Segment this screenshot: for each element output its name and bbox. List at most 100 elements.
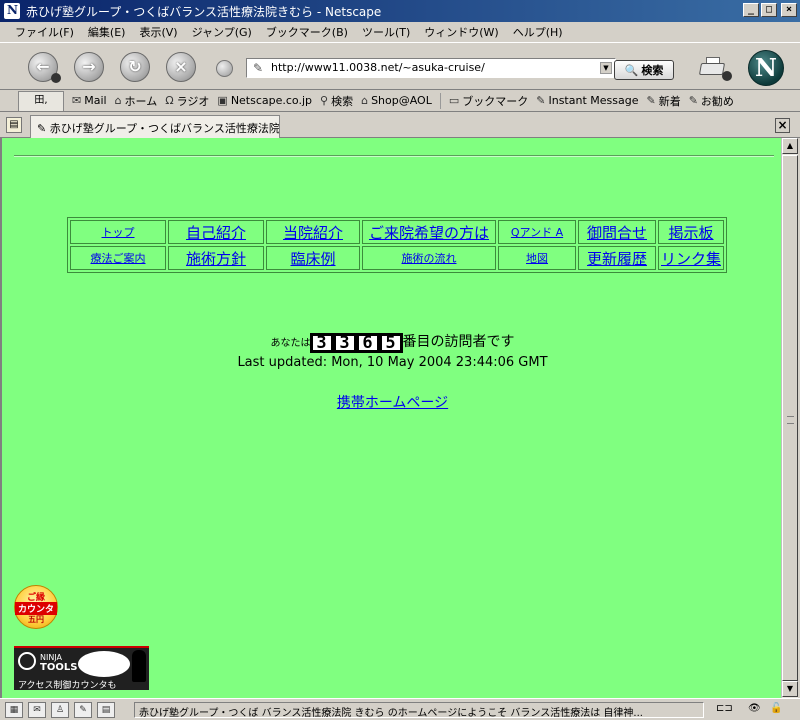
stop-x-icon: ×: [174, 57, 188, 76]
menu-go[interactable]: ジャンプ(G): [185, 24, 259, 40]
nav-cell: 施術方針: [168, 246, 264, 270]
pb-shop-label: Shop@AOL: [371, 94, 432, 107]
navigator-icon[interactable]: ▦: [5, 701, 23, 718]
nav-link-bbs[interactable]: 掲示板: [662, 222, 720, 243]
print-button[interactable]: [698, 55, 732, 81]
search-button[interactable]: 🔍 検索: [614, 60, 674, 80]
home-tab-icon[interactable]: 田,: [18, 90, 64, 111]
nav-row-1: トップ 自己紹介 当院紹介 ご来院希望の方は Qアンド A 御問合せ 掲示板: [70, 220, 725, 244]
nav-link-map[interactable]: 地図: [526, 252, 548, 265]
search-button-label: 検索: [641, 64, 664, 77]
back-button[interactable]: ←: [28, 52, 61, 83]
maximize-button[interactable]: □: [761, 3, 777, 17]
folder-icon: ▭: [448, 94, 460, 107]
tab-current[interactable]: ✎ 赤ひげ塾グループ・つくばバランス活性療法院...: [30, 115, 280, 138]
netscape-app-icon: [4, 3, 20, 19]
menu-view[interactable]: 表示(V): [132, 24, 184, 40]
window-title: 赤ひげ塾グループ・つくばバランス活性療法院きむら - Netscape: [26, 4, 382, 19]
vertical-scrollbar[interactable]: ▲ ▼: [781, 138, 798, 698]
nav-link-history[interactable]: 更新履歴: [587, 250, 647, 268]
scroll-up-button[interactable]: ▲: [782, 138, 798, 154]
pb-search-label: 検索: [331, 94, 354, 108]
minimize-button[interactable]: _: [743, 3, 759, 17]
status-bar: ▦ ✉ ♙ ✎ ▤ 赤ひげ塾グループ・つくば バランス活性療法院 きむら のホー…: [0, 698, 800, 720]
counter-digit: 3: [309, 333, 334, 353]
new-tab-icon[interactable]: ▤: [6, 117, 22, 133]
print-dropdown-icon[interactable]: [722, 71, 732, 81]
nav-cell: 更新履歴: [578, 246, 656, 270]
pb-new[interactable]: ✎ 新着: [646, 93, 680, 109]
address-book-icon[interactable]: ▤: [97, 701, 115, 718]
window-titlebar[interactable]: 赤ひげ塾グループ・つくばバランス活性療法院きむら - Netscape _ □ …: [0, 0, 800, 22]
pb-radio[interactable]: Ω ラジオ: [165, 93, 209, 109]
netscape-throbber-logo[interactable]: N: [748, 50, 784, 86]
mail-icon[interactable]: ✉: [28, 701, 46, 718]
nav-link-visit[interactable]: ご来院希望の方は: [365, 222, 493, 243]
counter-digit: 3: [332, 333, 357, 353]
magnifier-icon: 🔍: [624, 63, 639, 77]
ninja-tools-banner[interactable]: NINJA TOOLS アクセス制御カウンタも: [14, 646, 149, 691]
security-eye-icon[interactable]: 👁: [748, 703, 761, 714]
site-nav-table: トップ 自己紹介 当院紹介 ご来院希望の方は Qアンド A 御問合せ 掲示板 療…: [67, 217, 728, 273]
personal-toolbar: 田, ✉ Mail ⌂ ホーム Ω ラジオ ▣ Netscape.co.jp ⚲ 検索 ⌂…: [0, 90, 800, 112]
nav-link-links[interactable]: リンク集: [661, 250, 721, 268]
pb-mail[interactable]: ✉ Mail: [72, 94, 107, 107]
forward-button[interactable]: →: [74, 52, 104, 82]
mobile-homepage-link[interactable]: 携帯ホームページ: [2, 392, 781, 412]
reload-button[interactable]: ↻: [120, 52, 150, 82]
nav-cell: 地図: [498, 246, 576, 270]
nav-link-contact[interactable]: 御問合せ: [581, 222, 653, 243]
nav-link-top[interactable]: トップ: [73, 224, 163, 240]
menu-file[interactable]: ファイル(F): [8, 24, 81, 40]
nav-link-profile[interactable]: 自己紹介: [171, 222, 261, 243]
pb-bookmarks[interactable]: ▭ ブックマーク: [449, 93, 528, 109]
pb-bookmarks-label: ブックマーク: [462, 94, 529, 108]
menu-tools[interactable]: ツール(T): [355, 24, 417, 40]
composer-icon[interactable]: ✎: [74, 701, 92, 718]
goen-counter-badge[interactable]: ご縁 カウンタ 五円: [14, 585, 58, 629]
menu-edit[interactable]: 編集(E): [81, 24, 133, 40]
horizontal-rule: [14, 155, 774, 157]
back-dropdown-icon[interactable]: [51, 73, 61, 83]
pb-im-label: Instant Message: [548, 94, 639, 107]
menu-bookmarks[interactable]: ブックマーク(B): [259, 24, 355, 40]
pb-netscape[interactable]: ▣ Netscape.co.jp: [217, 94, 312, 107]
nav-cell: リンク集: [658, 246, 725, 270]
chat-icon[interactable]: ♙: [51, 701, 69, 718]
page-content: トップ 自己紹介 当院紹介 ご来院希望の方は Qアンド A 御問合せ 掲示板 療…: [0, 138, 781, 698]
nav-link-cases[interactable]: 臨床例: [290, 250, 335, 268]
close-button[interactable]: ×: [781, 3, 797, 17]
scroll-thumb[interactable]: [782, 155, 798, 681]
nav-cell: 自己紹介: [168, 220, 264, 244]
pb-search[interactable]: ⚲ 検索: [320, 93, 353, 109]
menu-bar: ファイル(F) 編集(E) 表示(V) ジャンプ(G) ブックマーク(B) ツー…: [0, 22, 800, 42]
url-input[interactable]: ✎ http://www11.0038.net/~asuka-cruise/ ▼: [246, 58, 616, 78]
banner-line-3: アクセス制御カウンタも: [18, 681, 117, 691]
scroll-down-button[interactable]: ▼: [782, 681, 798, 697]
page-bookmark-icon[interactable]: ✎: [253, 61, 263, 75]
banner-line-1: NINJA: [40, 653, 63, 662]
nav-cell: 施術の流れ: [362, 246, 496, 270]
url-history-dropdown-icon[interactable]: [216, 60, 233, 77]
pb-instant-message[interactable]: ✎ Instant Message: [536, 94, 638, 107]
pb-shop[interactable]: ⌂ Shop@AOL: [361, 94, 432, 107]
stop-button[interactable]: ×: [166, 52, 196, 82]
url-dropdown-arrow-icon[interactable]: ▼: [600, 62, 612, 74]
menu-help[interactable]: ヘルプ(H): [506, 24, 570, 40]
pb-netscape-label: Netscape.co.jp: [230, 94, 313, 107]
menu-window[interactable]: ウィンドウ(W): [417, 24, 505, 40]
tab-bar: ▤ ✎ 赤ひげ塾グループ・つくばバランス活性療法院... ×: [0, 113, 800, 138]
pb-recommend-label: お勧め: [700, 94, 734, 108]
pb-home[interactable]: ⌂ ホーム: [115, 93, 158, 109]
nav-link-flow[interactable]: 施術の流れ: [402, 252, 457, 265]
nav-link-therapy[interactable]: 療法ご案内: [91, 252, 146, 265]
pb-recommend[interactable]: ✎ お勧め: [689, 93, 734, 109]
ninja-figure-icon: [132, 650, 146, 682]
lock-icon[interactable]: 🔓: [770, 703, 782, 714]
nav-link-clinic[interactable]: 当院紹介: [269, 222, 357, 243]
nav-link-policy[interactable]: 施術方針: [186, 250, 246, 268]
close-tab-button[interactable]: ×: [775, 118, 790, 133]
pb-new-label: 新着: [658, 94, 681, 108]
nav-link-qa[interactable]: Qアンド A: [501, 224, 573, 240]
counter-digit: 6: [355, 333, 380, 353]
